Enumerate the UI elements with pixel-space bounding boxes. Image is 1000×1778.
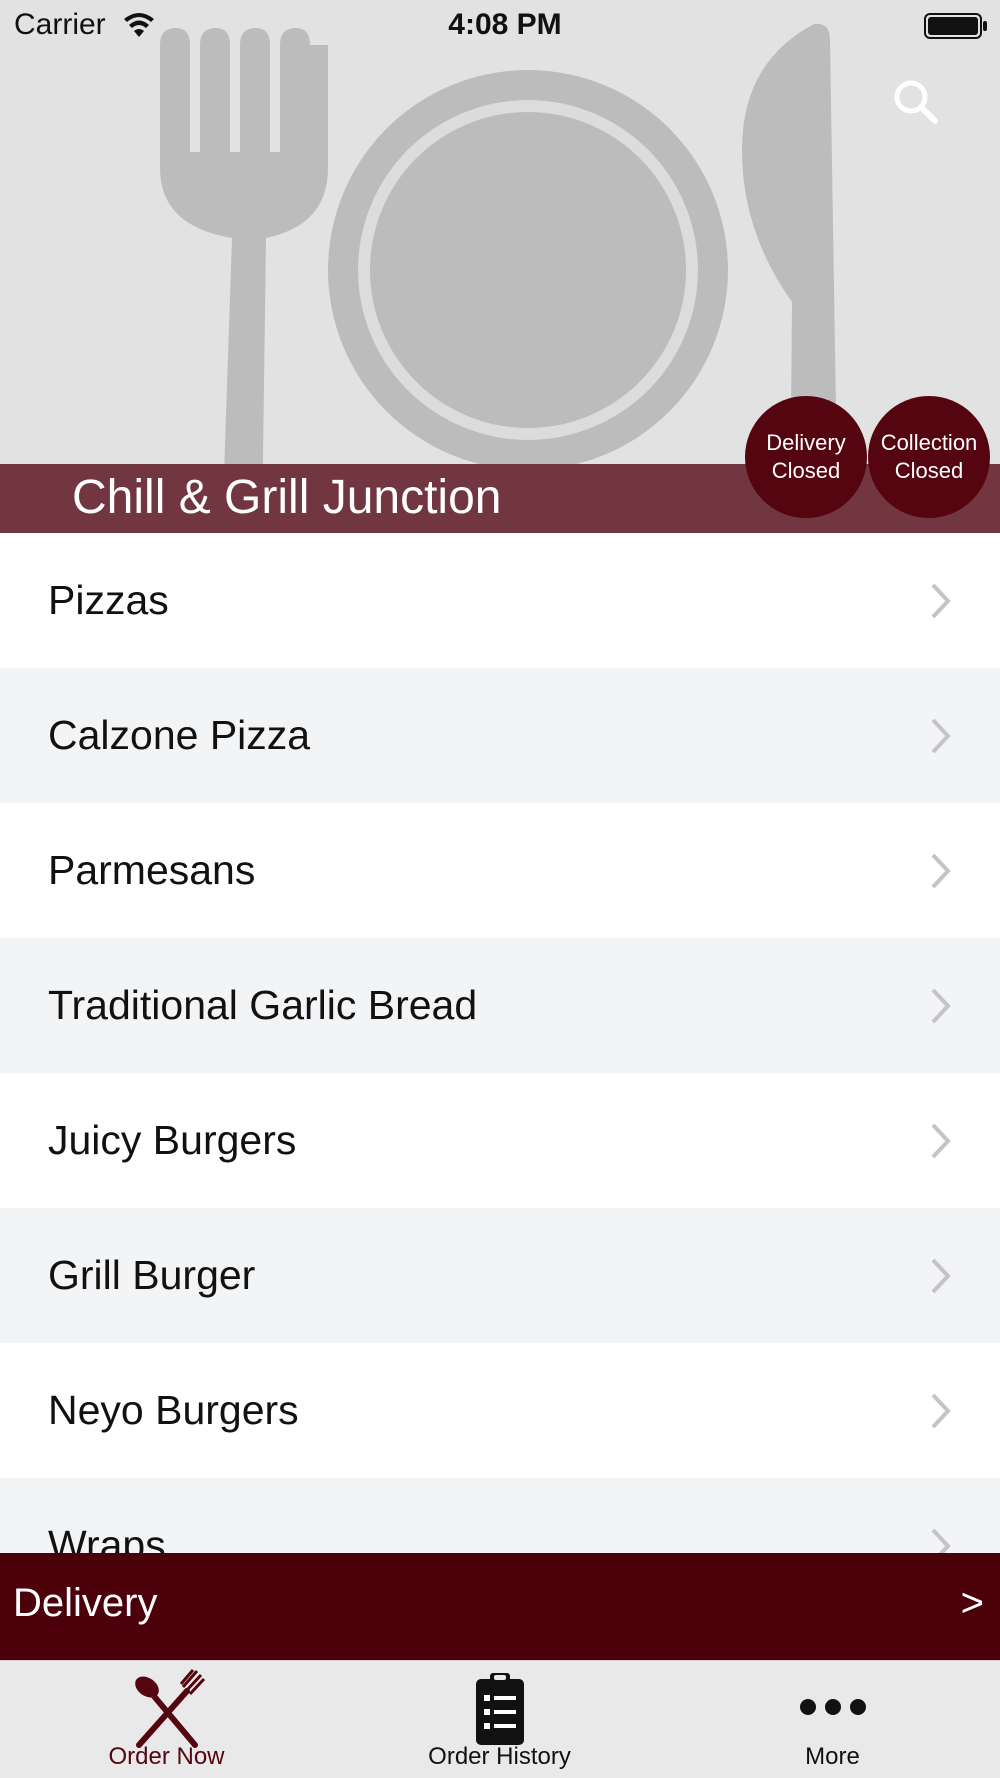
tab-order-now[interactable]: Order Now: [0, 1661, 333, 1778]
hero-header: Carrier 4:08 PM Chill & Grill Junction D…: [0, 0, 1000, 533]
restaurant-name: Chill & Grill Junction: [72, 471, 502, 524]
fork-spoon-icon: [134, 1669, 205, 1748]
category-item-traditional-garlic-bread[interactable]: Traditional Garlic Bread: [0, 938, 1000, 1073]
status-bar: Carrier 4:08 PM: [0, 0, 1000, 50]
chevron-right-icon: [931, 988, 951, 1023]
category-label: Parmesans: [48, 847, 256, 893]
delivery-badge-line2: Closed: [771, 458, 841, 483]
category-label: Grill Burger: [48, 1252, 256, 1298]
category-label: Wraps: [48, 1522, 166, 1553]
category-item-parmesans[interactable]: Parmesans: [0, 803, 1000, 938]
tab-bar: Order Now Order History More: [0, 1660, 1000, 1778]
chevron-right-icon: [931, 1528, 951, 1553]
chevron-right-icon: [931, 718, 951, 753]
category-item-pizzas[interactable]: Pizzas: [0, 533, 1000, 668]
category-item-juicy-burgers[interactable]: Juicy Burgers: [0, 1073, 1000, 1208]
tab-label: More: [805, 1743, 860, 1770]
chevron-right-icon: [931, 1393, 951, 1428]
category-label: Calzone Pizza: [48, 712, 311, 758]
category-label: Juicy Burgers: [48, 1117, 297, 1163]
category-label: Pizzas: [48, 577, 169, 623]
search-icon[interactable]: [890, 76, 942, 128]
delivery-mode-label: Delivery: [13, 1581, 158, 1625]
tab-label: Order Now: [108, 1743, 225, 1770]
delivery-status-badge: Delivery Closed: [745, 396, 867, 518]
delivery-badge-line1: Delivery: [766, 430, 846, 455]
collection-badge-line2: Closed: [894, 458, 964, 483]
tab-order-history[interactable]: Order History: [333, 1661, 666, 1778]
battery-icon: [924, 13, 987, 39]
clock-time: 4:08 PM: [448, 8, 562, 41]
collection-status-badge: Collection Closed: [868, 396, 990, 518]
category-item-grill-burger[interactable]: Grill Burger: [0, 1208, 1000, 1343]
chevron-right-icon: [931, 853, 951, 888]
category-item-calzone-pizza[interactable]: Calzone Pizza: [0, 668, 1000, 803]
category-item-wraps[interactable]: Wraps: [0, 1478, 1000, 1553]
collection-badge-line1: Collection: [880, 430, 978, 455]
chevron-right-icon: [931, 1258, 951, 1293]
tab-label: Order History: [428, 1743, 571, 1770]
tab-more[interactable]: More: [666, 1661, 999, 1778]
delivery-mode-button[interactable]: Delivery >: [0, 1553, 1000, 1660]
category-label: Traditional Garlic Bread: [48, 982, 478, 1028]
chevron-right-icon: [931, 583, 951, 618]
delivery-arrow: >: [960, 1581, 984, 1625]
category-label: Neyo Burgers: [48, 1387, 299, 1433]
category-item-neyo-burgers[interactable]: Neyo Burgers: [0, 1343, 1000, 1478]
clipboard-list-icon: [475, 1673, 524, 1745]
category-list: Pizzas Calzone Pizza Parmesans Tradition…: [0, 533, 1000, 1553]
chevron-right-icon: [931, 1123, 951, 1158]
more-dots-icon: [799, 1699, 866, 1715]
